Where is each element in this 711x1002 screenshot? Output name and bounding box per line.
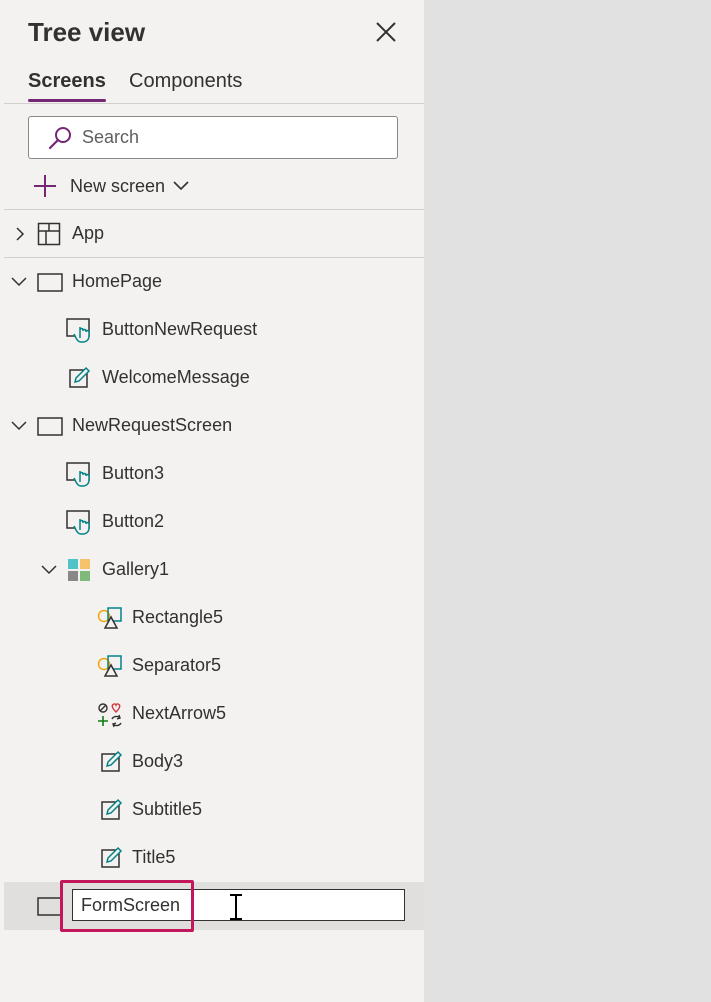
tree-view-panel: Tree view Screens Components New screen <box>0 0 424 1002</box>
label-icon <box>101 846 123 868</box>
tree-item-subtitle5[interactable]: Subtitle5 <box>4 786 424 834</box>
tree-item-title5[interactable]: Title5 <box>4 834 424 882</box>
button-icon <box>66 510 90 535</box>
tree-item-label: Separator5 <box>132 655 222 675</box>
label-icon <box>69 366 91 388</box>
tab-screens-label: Screens <box>28 70 106 92</box>
shape-icon <box>97 607 122 629</box>
tree-item-label: App <box>72 223 105 243</box>
chevron-down-icon <box>173 181 189 191</box>
plus-icon <box>34 175 56 197</box>
tree-item-label: NextArrow5 <box>132 703 227 723</box>
tree-item-label: ButtonNewRequest <box>102 319 258 339</box>
tree-item-app[interactable]: App <box>4 210 424 258</box>
chevron-down-icon[interactable] <box>40 562 58 576</box>
gallery-icon <box>68 559 90 581</box>
search-box[interactable] <box>28 116 398 159</box>
screen-icon <box>37 417 63 436</box>
tree-item-button2[interactable]: Button2 <box>4 498 424 546</box>
tab-components[interactable]: Components <box>129 70 242 93</box>
tree-item-label: Rectangle5 <box>132 607 224 627</box>
canvas-area <box>424 0 711 1002</box>
tree-item-rectangle5[interactable]: Rectangle5 <box>4 594 424 642</box>
tree-item-new-screen-rename[interactable] <box>4 882 424 930</box>
tree-item-nextarrow5[interactable]: NextArrow5 <box>4 690 424 738</box>
screen-icon <box>37 897 63 916</box>
chevron-down-icon[interactable] <box>10 274 28 288</box>
tree-item-label: Gallery1 <box>102 559 170 579</box>
search-input[interactable] <box>82 123 382 151</box>
app-icon <box>37 222 61 246</box>
tree-item-label: Subtitle5 <box>132 799 203 819</box>
tree-item-label: WelcomeMessage <box>102 367 250 387</box>
search-icon <box>48 127 71 150</box>
tree-item-welcomemessage[interactable]: WelcomeMessage <box>4 354 424 402</box>
active-tab-indicator <box>28 99 106 102</box>
tree-item-label: Body3 <box>132 751 184 771</box>
screen-icon <box>37 273 63 292</box>
rename-input[interactable] <box>72 889 405 921</box>
new-screen-label: New screen <box>70 176 166 196</box>
close-icon <box>376 22 396 42</box>
tree-item-separator5[interactable]: Separator5 <box>4 642 424 690</box>
chevron-down-icon[interactable] <box>10 418 28 432</box>
tree-item-newrequestscreen[interactable]: NewRequestScreen <box>4 402 424 450</box>
panel-title: Tree view <box>28 17 146 47</box>
tabs-divider <box>4 103 424 104</box>
tab-components-label: Components <box>129 70 243 92</box>
tree-item-label: Title5 <box>132 847 176 867</box>
new-screen-button[interactable]: New screen <box>32 172 202 200</box>
close-button[interactable] <box>372 18 400 46</box>
tree-item-label: NewRequestScreen <box>72 415 233 435</box>
tab-screens[interactable]: Screens <box>28 70 106 102</box>
tree-item-label: Button3 <box>102 463 165 483</box>
label-icon <box>101 750 123 772</box>
tree-item-button3[interactable]: Button3 <box>4 450 424 498</box>
tree-item-label: Button2 <box>102 511 165 531</box>
chevron-right-icon[interactable] <box>14 226 26 242</box>
tree-item-buttonnewrequest[interactable]: ButtonNewRequest <box>4 306 424 354</box>
shape-icon <box>97 655 122 677</box>
tree-item-body3[interactable]: Body3 <box>4 738 424 786</box>
icons-icon <box>98 703 122 728</box>
label-icon <box>101 798 123 820</box>
tree-item-gallery1[interactable]: Gallery1 <box>4 546 424 594</box>
button-icon <box>66 318 90 343</box>
tree-item-label: HomePage <box>72 271 163 291</box>
tree-item-homepage[interactable]: HomePage <box>4 258 424 306</box>
button-icon <box>66 462 90 487</box>
